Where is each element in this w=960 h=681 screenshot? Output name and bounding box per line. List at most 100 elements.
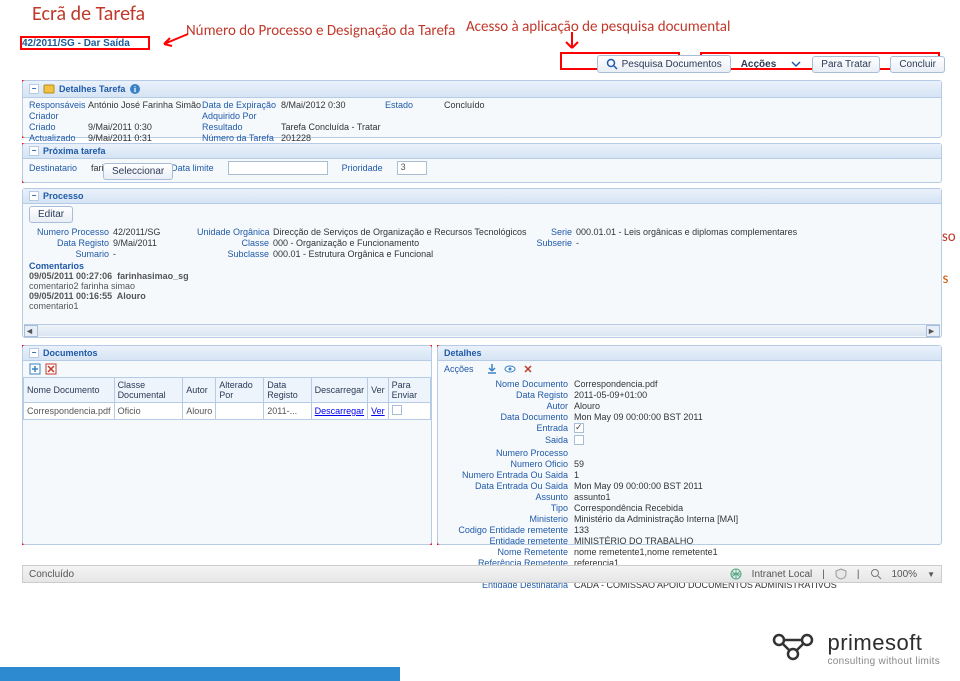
- lbl-data-registo: Data Registo: [29, 238, 109, 248]
- table-row[interactable]: Correspondencia.pdf Oficio Alouro 2011-.…: [24, 403, 431, 420]
- lbl-responsaveis: Responsáveis: [29, 100, 84, 110]
- lbl-assunto: Assunto: [444, 492, 574, 502]
- val-ent-rem: MINISTÉRIO DO TRABALHO: [574, 536, 935, 546]
- horizontal-scrollbar[interactable]: ◄ ►: [24, 324, 940, 336]
- lbl-cod-ent-rem: Codigo Entidade remetente: [444, 525, 574, 535]
- scroll-left-button[interactable]: ◄: [24, 325, 38, 337]
- ver-link[interactable]: Ver: [371, 406, 385, 416]
- val-autor: Alouro: [574, 401, 935, 411]
- val-subserie: -: [576, 238, 935, 248]
- documents-table: Nome Documento Classe Documental Autor A…: [23, 377, 431, 420]
- panel-detalhes-documento: Detalhes Acções Nome Documento Correspon…: [437, 345, 942, 545]
- info-icon[interactable]: i: [129, 83, 141, 95]
- view-icon[interactable]: [504, 363, 516, 375]
- download-icon[interactable]: [486, 363, 498, 375]
- comentarios-heading: Comentarios: [29, 261, 935, 271]
- col-ver[interactable]: Ver: [368, 378, 389, 403]
- lbl-data-exp: Data de Expiração: [202, 100, 277, 110]
- lbl-num-es: Numero Entrada Ou Saida: [444, 470, 574, 480]
- val-adquirido: [281, 111, 381, 121]
- prioridade-input[interactable]: 3: [397, 161, 427, 175]
- annotation-title: Ecrã de Tarefa: [32, 2, 145, 26]
- col-alterado[interactable]: Alterado Por: [216, 378, 264, 403]
- val-nome-doc: Correspondencia.pdf: [574, 379, 935, 389]
- zoom-icon: [870, 568, 882, 580]
- lbl-uo: Unidade Orgânica: [197, 227, 269, 237]
- lbl-data-es: Data Entrada Ou Saida: [444, 481, 574, 491]
- lbl-classe: Classe: [197, 238, 269, 248]
- datalimite-input[interactable]: [228, 161, 328, 175]
- lbl-criado: Criado: [29, 122, 84, 132]
- footer-bar: [0, 667, 400, 681]
- cell-classe: Oficio: [114, 403, 183, 420]
- val-classe: 000 - Organização e Funcionamento: [273, 238, 523, 248]
- lbl-data-doc: Data Documento: [444, 412, 574, 422]
- lbl-saida: Saida: [444, 435, 574, 447]
- concluir-button[interactable]: Concluir: [890, 56, 945, 73]
- add-icon[interactable]: [29, 363, 41, 375]
- panel-title: Detalhes: [444, 348, 482, 358]
- saida-checkbox[interactable]: [574, 435, 584, 445]
- col-classe[interactable]: Classe Documental: [114, 378, 183, 403]
- val-data-registo: 2011-05-09+01:00: [574, 390, 935, 400]
- col-para-enviar[interactable]: Para Enviar: [388, 378, 430, 403]
- descarregar-link[interactable]: Descarregar: [315, 406, 365, 416]
- collapse-toggle[interactable]: −: [29, 84, 39, 94]
- lbl-ent-rem: Entidade remetente: [444, 536, 574, 546]
- scroll-right-button[interactable]: ►: [926, 325, 940, 337]
- shield-icon: [835, 568, 847, 580]
- delete-icon[interactable]: [45, 363, 57, 375]
- cell-nome: Correspondencia.pdf: [24, 403, 115, 420]
- collapse-toggle[interactable]: −: [29, 146, 39, 156]
- panel-processo: − Processo Editar Numero Processo 42/201…: [22, 188, 942, 338]
- val-data-doc: Mon May 09 00:00:00 BST 2011: [574, 412, 935, 422]
- pesquisa-label: Pesquisa Documentos: [622, 59, 722, 70]
- panel-title: Próxima tarefa: [43, 146, 106, 156]
- lbl-sumario: Sumario: [29, 249, 109, 259]
- lbl-num-proc: Numero Processo: [444, 448, 574, 458]
- val-data-registo: 9/Mai/2011: [113, 238, 193, 248]
- col-nome[interactable]: Nome Documento: [24, 378, 115, 403]
- task-icon: [43, 83, 55, 95]
- collapse-toggle[interactable]: −: [29, 191, 39, 201]
- para-enviar-checkbox[interactable]: [392, 405, 402, 415]
- seleccionar-button[interactable]: Seleccionar: [103, 163, 173, 180]
- lbl-autor: Autor: [444, 401, 574, 411]
- val-assunto: assunto1: [574, 492, 935, 502]
- panel-title: Processo: [43, 191, 84, 201]
- pesquisa-documentos-button[interactable]: Pesquisa Documentos: [597, 55, 731, 73]
- topbar: Pesquisa Documentos Acções Para Tratar C…: [597, 55, 945, 73]
- entrada-checkbox[interactable]: [574, 423, 584, 433]
- annotation-numero: Número do Processo e Designação da Taref…: [186, 22, 455, 40]
- lbl-adquirido: Adquirido Por: [202, 111, 277, 121]
- val-ministerio: Ministério da Administração Interna [MAI…: [574, 514, 935, 524]
- cell-alterado: [216, 403, 264, 420]
- lbl-data-registo: Data Registo: [444, 390, 574, 400]
- lbl-ministerio: Ministerio: [444, 514, 574, 524]
- acoes-label: Acções: [444, 364, 480, 374]
- col-data[interactable]: Data Registo: [264, 378, 311, 403]
- val-subclasse: 000.01 - Estrutura Orgânica e Funcional: [273, 249, 523, 259]
- collapse-toggle[interactable]: −: [29, 348, 39, 358]
- comment-row: 09/05/2011 00:27:06 farinhasimao_sg come…: [29, 271, 935, 291]
- col-autor[interactable]: Autor: [183, 378, 216, 403]
- col-descarregar[interactable]: Descarregar: [311, 378, 368, 403]
- delete-icon[interactable]: [522, 363, 534, 375]
- acoes-label: Acções: [741, 59, 777, 70]
- lbl-prioridade: Prioridade: [342, 163, 383, 173]
- logo-tagline: consulting without limits: [827, 656, 940, 667]
- val-resultado: Tarefa Concluída - Tratar: [281, 122, 381, 132]
- status-text: Concluído: [29, 569, 74, 580]
- comment-1-text: comentario1: [29, 301, 79, 311]
- lbl-estado: Estado: [385, 100, 440, 110]
- val-uo: Direcção de Serviços de Organização e Re…: [273, 227, 523, 237]
- search-icon: [606, 58, 618, 70]
- comment-0-text: comentario2 farinha simao: [29, 281, 135, 291]
- editar-button[interactable]: Editar: [29, 206, 73, 223]
- lbl-tipo: Tipo: [444, 503, 574, 513]
- val-tipo: Correspondência Recebida: [574, 503, 935, 513]
- lbl-num-proc: Numero Processo: [29, 227, 109, 237]
- val-sumario: -: [113, 249, 193, 259]
- val-cod-ent-rem: 133: [574, 525, 935, 535]
- para-tratar-button[interactable]: Para Tratar: [812, 56, 880, 73]
